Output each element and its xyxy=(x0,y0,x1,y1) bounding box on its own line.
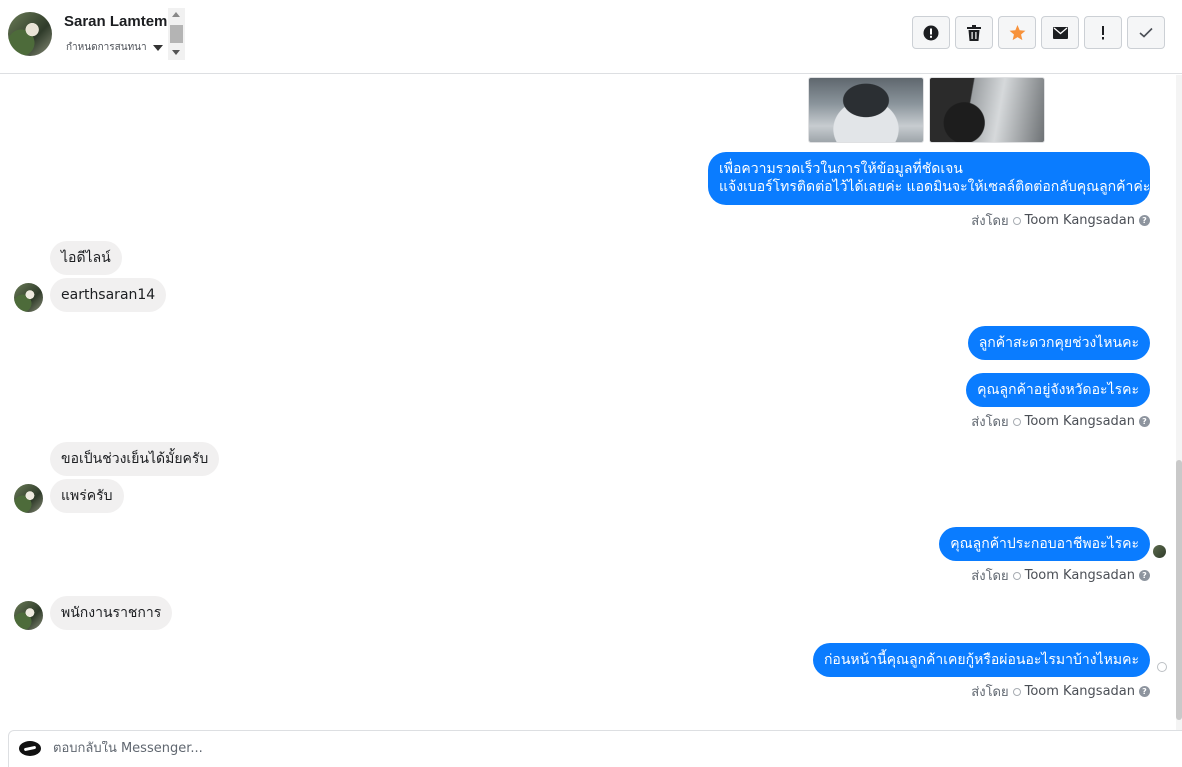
star-button[interactable] xyxy=(998,16,1036,49)
sent-by-agent[interactable]: Toom Kangsadan xyxy=(1025,568,1135,583)
follow-up-button[interactable] xyxy=(1084,16,1122,49)
star-icon xyxy=(1009,24,1025,40)
mark-spam-button[interactable] xyxy=(912,16,950,49)
conversation-toolbar xyxy=(912,16,1165,49)
sent-by-info: ส่งโดย Toom Kangsadan ? xyxy=(971,565,1150,586)
sent-by-label: ส่งโดย xyxy=(971,214,1009,229)
delivered-check-icon xyxy=(1157,662,1167,672)
sent-by-info: ส่งโดย Toom Kangsadan ? xyxy=(971,411,1150,432)
help-icon[interactable]: ? xyxy=(1139,416,1150,427)
scroll-thumb[interactable] xyxy=(1176,460,1182,720)
caret-down-icon xyxy=(152,44,163,51)
sent-by-agent[interactable]: Toom Kangsadan xyxy=(1025,684,1135,699)
incoming-message[interactable]: earthsaran14 xyxy=(50,278,167,312)
outgoing-message[interactable]: ก่อนหน้านี้คุณลูกค้าเคยกู้หรือผ่อนอะไรมา… xyxy=(812,643,1150,677)
conversation-header: Saran Lamtem กำหนดการสนทนา xyxy=(0,0,1182,74)
scroll-thumb[interactable] xyxy=(170,25,183,43)
attachment-image[interactable] xyxy=(808,77,924,143)
attachment-image[interactable] xyxy=(929,77,1045,143)
alert-circle-icon xyxy=(923,25,939,40)
incoming-message[interactable]: พนักงานราชการ xyxy=(50,596,173,630)
mark-done-button[interactable] xyxy=(1127,16,1165,49)
incoming-message[interactable]: ไอดีไลน์ xyxy=(50,241,122,275)
agent-status-icon xyxy=(1012,216,1021,225)
conversation-dropdown[interactable]: กำหนดการสนทนา xyxy=(66,40,163,55)
outgoing-message[interactable]: เพื่อความรวดเร็วในการให้ข้อมูลที่ชัดเจน … xyxy=(708,152,1150,205)
contact-avatar[interactable] xyxy=(14,601,43,630)
exclamation-icon xyxy=(1102,25,1104,39)
attachment-images xyxy=(808,77,1045,143)
message-line: เพื่อความรวดเร็วในการให้ข้อมูลที่ชัดเจน xyxy=(719,161,963,177)
contact-avatar[interactable] xyxy=(8,12,52,56)
sent-by-label: ส่งโดย xyxy=(971,685,1009,700)
outgoing-message[interactable]: ลูกค้าสะดวกคุยช่วงไหนคะ xyxy=(967,326,1150,360)
outgoing-message[interactable]: คุณลูกค้าอยู่จังหวัดอะไรคะ xyxy=(966,373,1150,407)
contact-avatar[interactable] xyxy=(14,283,43,312)
sent-by-agent[interactable]: Toom Kangsadan xyxy=(1025,213,1135,228)
mark-unread-button[interactable] xyxy=(1041,16,1079,49)
sent-by-label: ส่งโดย xyxy=(971,569,1009,584)
envelope-icon xyxy=(1052,26,1068,39)
page-logo-icon xyxy=(19,741,41,756)
sent-by-agent[interactable]: Toom Kangsadan xyxy=(1025,414,1135,429)
scroll-down-arrow-icon[interactable] xyxy=(172,50,180,55)
agent-status-icon xyxy=(1012,571,1021,580)
incoming-message[interactable]: แพร่ครับ xyxy=(50,479,124,513)
message-line: แจ้งเบอร์โทรติดต่อไว้ได้เลยค่ะ แอดมินจะใ… xyxy=(719,179,1151,195)
check-icon xyxy=(1139,27,1153,38)
sent-by-label: ส่งโดย xyxy=(971,415,1009,430)
conversation-dropdown-label: กำหนดการสนทนา xyxy=(66,42,147,53)
scroll-up-arrow-icon[interactable] xyxy=(172,12,180,17)
contact-name[interactable]: Saran Lamtem xyxy=(64,13,167,30)
reply-composer xyxy=(8,730,1182,767)
contact-avatar[interactable] xyxy=(14,484,43,513)
seen-avatar xyxy=(1153,545,1166,558)
sent-by-info: ส่งโดย Toom Kangsadan ? xyxy=(971,681,1150,702)
trash-icon xyxy=(967,24,981,41)
help-icon[interactable]: ? xyxy=(1139,215,1150,226)
thread-scrollbar[interactable] xyxy=(1176,75,1182,730)
incoming-message[interactable]: ขอเป็นช่วงเย็นได้มั้ยครับ xyxy=(50,442,220,476)
agent-status-icon xyxy=(1012,687,1021,696)
help-icon[interactable]: ? xyxy=(1139,686,1150,697)
header-scrollbar[interactable] xyxy=(168,8,185,60)
delete-button[interactable] xyxy=(955,16,993,49)
reply-input[interactable] xyxy=(53,741,653,756)
sent-by-info: ส่งโดย Toom Kangsadan ? xyxy=(971,210,1150,231)
outgoing-message[interactable]: คุณลูกค้าประกอบอาชีพอะไรคะ xyxy=(939,527,1150,561)
help-icon[interactable]: ? xyxy=(1139,570,1150,581)
agent-status-icon xyxy=(1012,417,1021,426)
